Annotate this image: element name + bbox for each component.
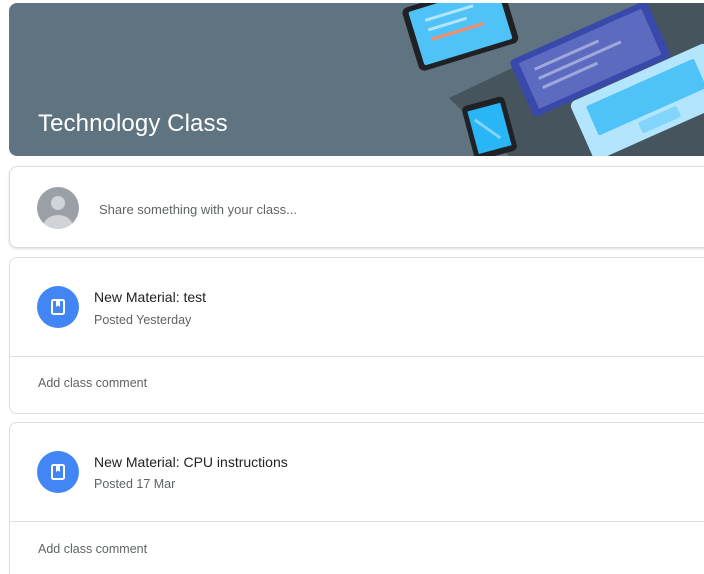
person-avatar-icon xyxy=(37,187,79,229)
add-comment-link[interactable]: Add class comment xyxy=(38,542,147,556)
post-title[interactable]: New Material: test xyxy=(94,289,206,305)
class-banner: Technology Class xyxy=(9,3,704,156)
share-placeholder[interactable]: Share something with your class... xyxy=(99,202,297,217)
add-comment-link[interactable]: Add class comment xyxy=(38,376,147,390)
material-book-icon xyxy=(37,286,79,328)
post-date: Posted 17 Mar xyxy=(94,477,176,491)
post-card[interactable]: New Material: CPU instructions Posted 17… xyxy=(9,422,704,574)
post-divider xyxy=(10,356,704,357)
material-book-icon xyxy=(37,451,79,493)
class-title: Technology Class xyxy=(38,110,228,137)
post-date: Posted Yesterday xyxy=(94,313,192,327)
share-composer[interactable]: Share something with your class... xyxy=(9,166,704,248)
post-divider xyxy=(10,521,704,522)
post-card[interactable]: New Material: test Posted Yesterday Add … xyxy=(9,257,704,414)
post-title[interactable]: New Material: CPU instructions xyxy=(94,454,288,470)
